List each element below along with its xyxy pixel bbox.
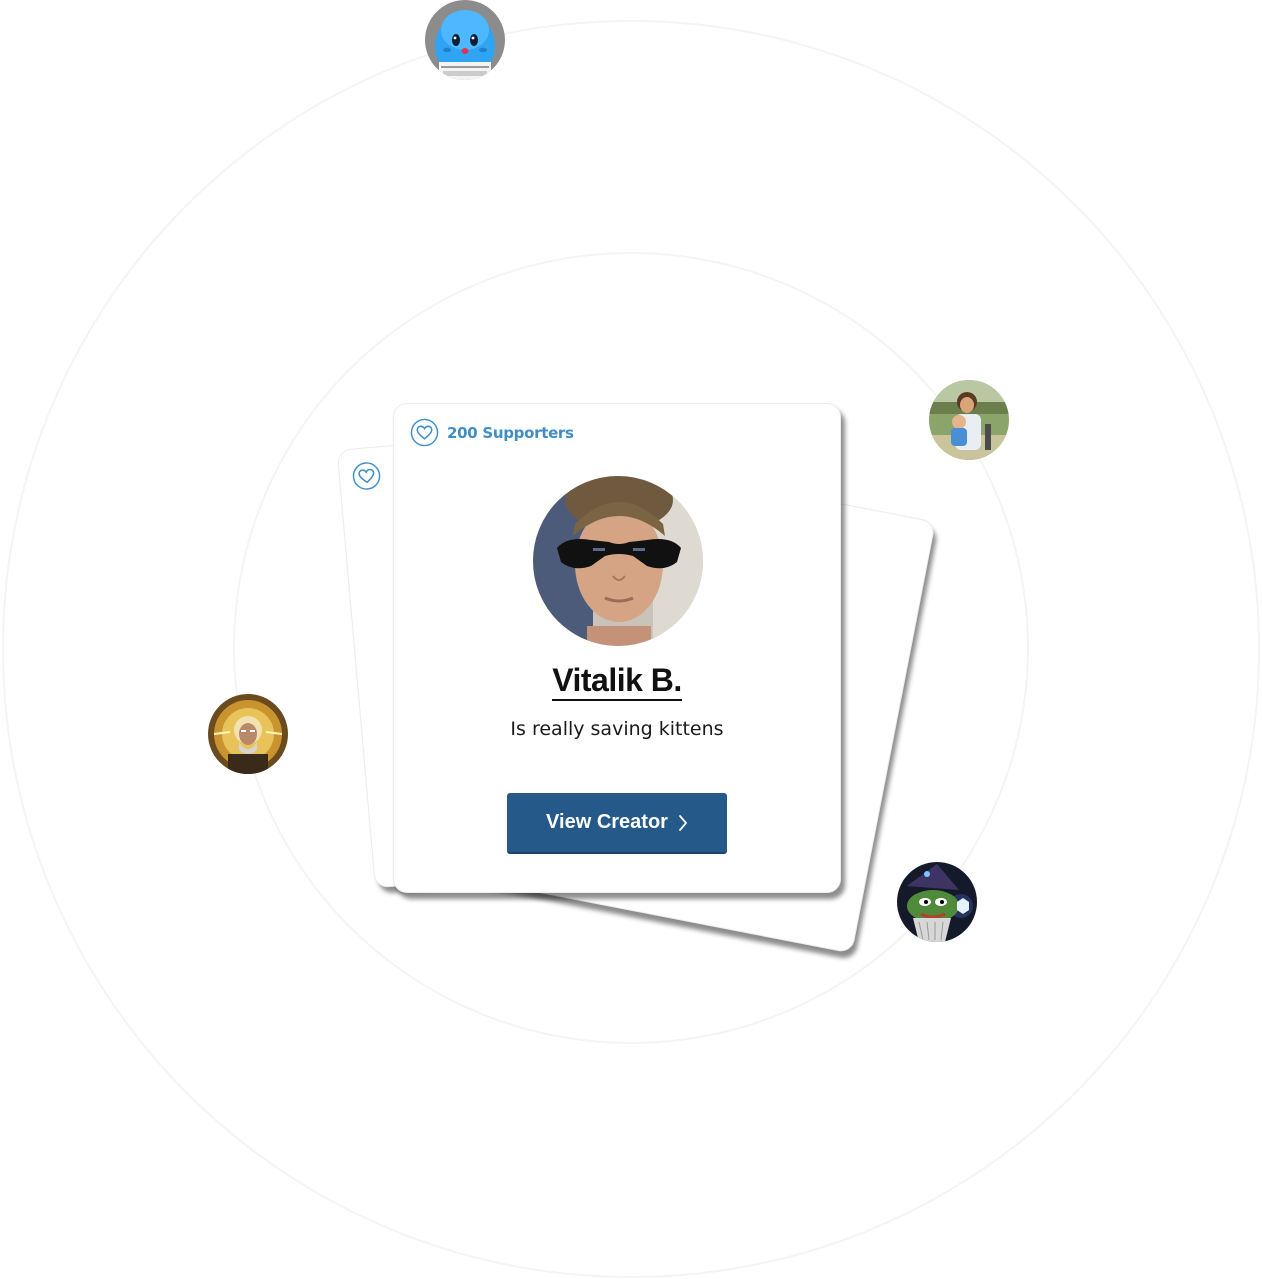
supporters-count: 200 Supporters <box>447 423 574 442</box>
heart-outline-icon <box>351 460 382 491</box>
creator-tagline: Is really saving kittens <box>510 718 724 740</box>
view-creator-button[interactable]: View Creator <box>507 793 727 854</box>
chevron-right-icon <box>678 814 688 832</box>
creator-avatar[interactable] <box>533 476 703 646</box>
supporters-badge: 200 Supporters <box>410 418 574 447</box>
view-creator-button-label: View Creator <box>546 811 668 833</box>
heart-outline-icon <box>410 418 439 447</box>
creator-name-link[interactable]: Vitalik B. <box>394 662 840 701</box>
avatar-wizard[interactable] <box>208 694 288 774</box>
avatar-pepe[interactable] <box>897 862 977 942</box>
creator-name[interactable]: Vitalik B. <box>552 662 682 701</box>
avatar-family-photo[interactable] <box>929 380 1009 460</box>
avatar-blue-mascot[interactable] <box>425 0 505 80</box>
creator-card: 200 Supporters Vitalik B. Is really savi… <box>393 403 841 893</box>
